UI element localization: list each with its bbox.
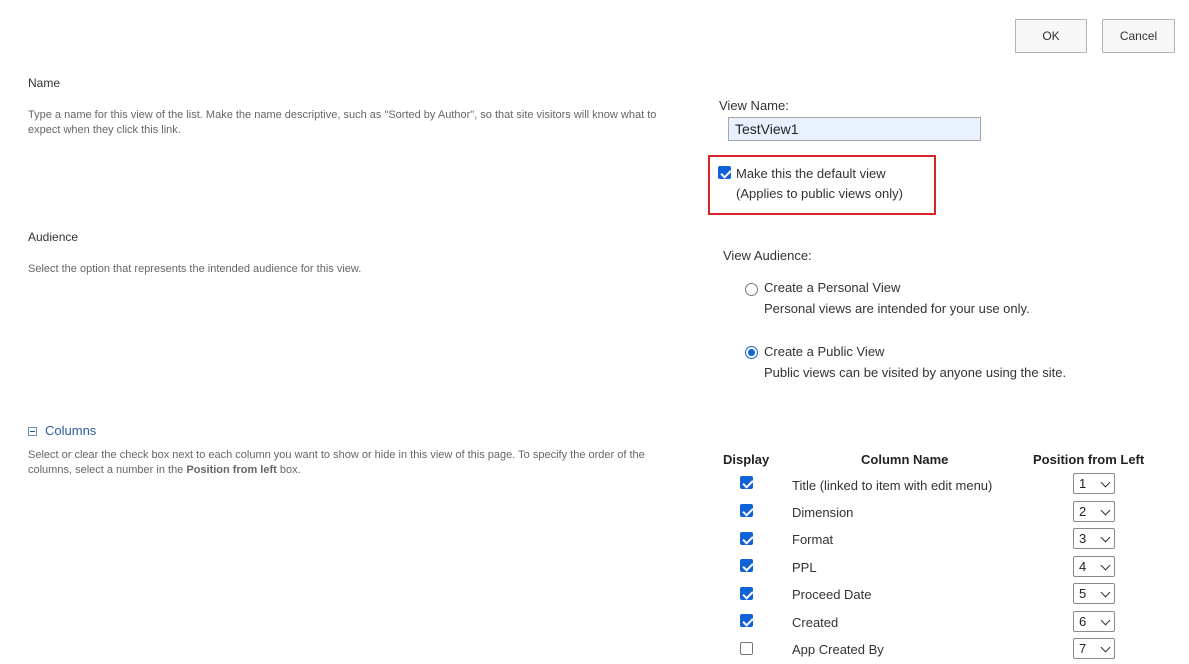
column-display-checkbox[interactable] [740, 504, 753, 517]
position-value: 4 [1079, 559, 1087, 574]
columns-section-title[interactable]: Columns [45, 423, 96, 438]
position-value: 7 [1079, 641, 1087, 656]
chevron-down-icon [1100, 642, 1111, 653]
view-audience-label: View Audience: [723, 248, 812, 263]
personal-view-radio[interactable] [745, 283, 758, 296]
default-view-note: (Applies to public views only) [736, 186, 903, 201]
column-name: App Created By [792, 642, 884, 657]
column-name: PPL [792, 560, 817, 575]
columns-description-bold: Position from left [186, 464, 277, 476]
public-view-radio[interactable] [745, 346, 758, 359]
name-section-description-line1: Type a name for this view of the list. M… [28, 109, 657, 121]
position-value: 6 [1079, 614, 1087, 629]
position-select[interactable]: 7 [1073, 638, 1115, 659]
column-name: Format [792, 532, 834, 547]
personal-view-label: Create a Personal View [764, 280, 901, 295]
column-name-header: Column Name [861, 452, 949, 467]
column-display-checkbox[interactable] [740, 559, 753, 572]
column-display-checkbox[interactable] [740, 642, 753, 655]
chevron-down-icon [1100, 532, 1111, 543]
column-name: Dimension [792, 505, 854, 520]
position-value: 3 [1079, 531, 1087, 546]
position-select[interactable]: 2 [1073, 501, 1115, 522]
columns-description-prefix: columns, select a number in the [28, 464, 187, 476]
column-name: Proceed Date [792, 587, 872, 602]
columns-section-description-line2: columns, select a number in the Position… [28, 463, 301, 478]
public-view-label: Create a Public View [764, 344, 885, 359]
column-display-checkbox[interactable] [740, 614, 753, 627]
public-view-note: Public views can be visited by anyone us… [764, 365, 1067, 380]
audience-section-description: Select the option that represents the in… [28, 263, 362, 275]
view-name-label: View Name: [719, 98, 789, 113]
collapse-minus-icon[interactable] [28, 427, 37, 436]
column-name: Created [792, 615, 839, 630]
position-value: 1 [1079, 476, 1087, 491]
column-display-checkbox[interactable] [740, 476, 753, 489]
columns-section-description-line1: Select or clear the check box next to ea… [28, 449, 645, 461]
position-select[interactable]: 4 [1073, 556, 1115, 577]
column-name: Title (linked to item with edit menu) [792, 478, 993, 493]
position-select[interactable]: 1 [1073, 473, 1115, 494]
chevron-down-icon [1100, 477, 1111, 488]
name-section-title: Name [28, 76, 61, 90]
cancel-button[interactable]: Cancel [1102, 19, 1175, 53]
audience-section-title: Audience [28, 230, 79, 244]
chevron-down-icon [1100, 615, 1111, 626]
chevron-down-icon [1100, 505, 1111, 516]
position-select[interactable]: 5 [1073, 583, 1115, 604]
chevron-down-icon [1100, 587, 1111, 598]
display-header: Display [723, 452, 770, 467]
chevron-down-icon [1100, 560, 1111, 571]
name-section-description-line2: expect when they click this link. [28, 124, 181, 136]
default-view-checkbox[interactable] [718, 166, 731, 179]
position-select[interactable]: 6 [1073, 611, 1115, 632]
ok-button[interactable]: OK [1015, 19, 1087, 53]
personal-view-note: Personal views are intended for your use… [764, 301, 1030, 316]
position-value: 2 [1079, 504, 1087, 519]
default-view-highlight [708, 155, 936, 215]
column-display-checkbox[interactable] [740, 587, 753, 600]
default-view-label: Make this the default view [736, 166, 886, 181]
position-select[interactable]: 3 [1073, 528, 1115, 549]
position-value: 5 [1079, 586, 1087, 601]
position-header: Position from Left [1033, 452, 1145, 467]
view-name-input[interactable] [728, 117, 981, 141]
column-display-checkbox[interactable] [740, 532, 753, 545]
columns-description-suffix: box. [276, 464, 301, 476]
